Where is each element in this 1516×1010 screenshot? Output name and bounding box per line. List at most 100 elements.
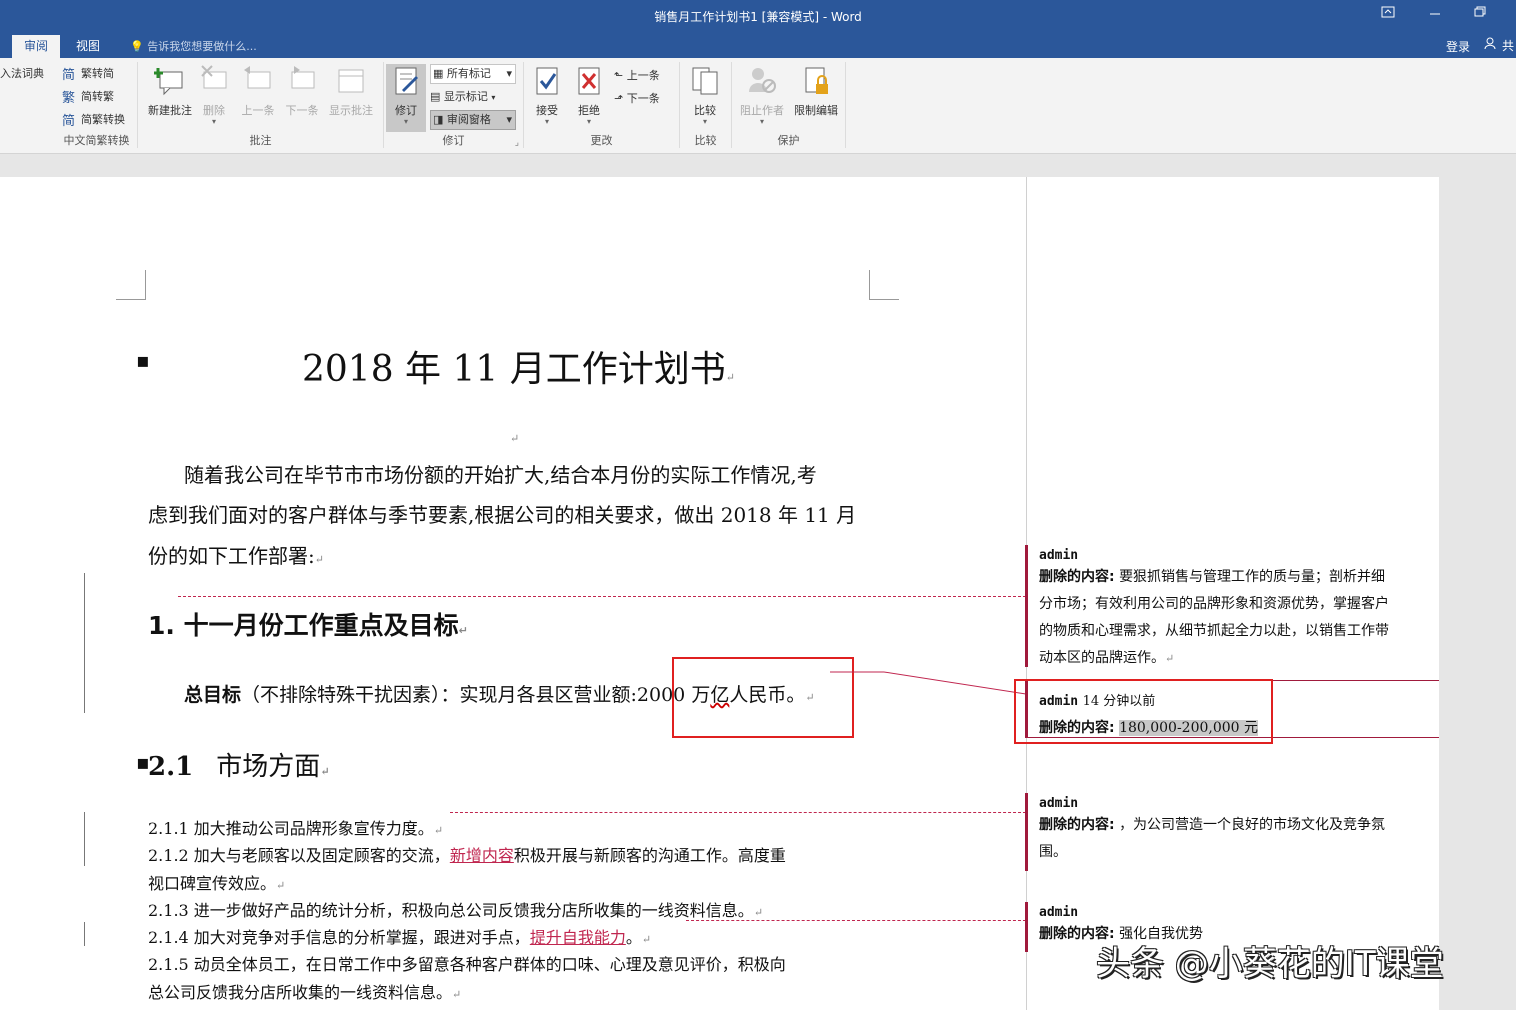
list-item[interactable]: 2.1.2 加大与老顾客以及固定顾客的交流，新增内容积极开展与新顾客的沟通工作。… [148, 842, 786, 866]
deletion-balloon[interactable]: admin 删除的内容: ，为公司营造一个良好的市场文化及竞争氛 围。 [1039, 796, 1434, 866]
balloon-author: admin [1039, 905, 1079, 920]
block-authors-label: 阻止作者 [740, 104, 784, 117]
list-item[interactable]: 2.1.4 加大对竞争对手信息的分析掌握，跟进对手点，提升自我能力。↵ [148, 924, 651, 948]
show-markup-button[interactable]: ▤ 显示标记 ▾ [430, 87, 495, 107]
balloon-connector-line [450, 812, 1026, 813]
reject-change-button[interactable]: 拒绝 ▾ [568, 64, 610, 126]
new-comment-icon [153, 64, 186, 98]
chinese-convert-button[interactable]: 简简繁转换 [62, 110, 125, 130]
watermark: 头条 @小葵花的IT课堂 [1096, 944, 1444, 984]
markup-view-value: 所有标记 [446, 67, 491, 80]
balloon-text: 要狠抓销售与管理工作的质与量；剖析并细 [1119, 569, 1386, 585]
delete-comment-button[interactable]: 删除 ▾ [194, 64, 234, 126]
list-item-text: 2.1.2 加大与老顾客以及固定顾客的交流， [148, 846, 450, 865]
accept-change-button[interactable]: 接受 ▾ [526, 64, 568, 126]
show-comments-button[interactable]: 显示批注 [324, 64, 378, 118]
restore-icon[interactable] [1465, 6, 1495, 21]
previous-change-button[interactable]: ⬑ 上一条 [614, 66, 660, 86]
compare-icon [689, 64, 721, 98]
intro-paragraph-line1[interactable]: 随着我公司在毕节市市场份额的开始扩大,结合本月份的实际工作情况,考 [184, 459, 817, 488]
minimize-icon[interactable] [1420, 6, 1450, 21]
paragraph-mark: ↵ [458, 624, 468, 637]
simp-trad-icon: 繁 [62, 90, 78, 106]
share-label: 共 [1501, 39, 1514, 53]
trad-simp-icon: 简 [62, 67, 78, 83]
login-link[interactable]: 登录 [1446, 38, 1470, 55]
paragraph-mark: ↵ [510, 432, 520, 445]
highlight-box-amount [672, 657, 854, 738]
reviewing-pane-button[interactable]: ◨ 审阅窗格 ▾ [430, 110, 516, 130]
next-comment-button[interactable]: 下一条 [280, 64, 324, 118]
dialog-launcher-icon[interactable]: ⌟ [515, 138, 519, 148]
balloon-label: 删除的内容: [1039, 569, 1115, 585]
simplified-to-traditional-button[interactable]: 繁简转繁 [62, 87, 114, 107]
accept-label: 接受 [536, 104, 558, 117]
list-item-continuation[interactable]: 总公司反馈我分店所收集的一线资料信息。↵ [148, 979, 461, 1003]
intro-paragraph-line2[interactable]: 虑到我们面对的客户群体与季节要素,根据公司的相关要求，做出 2018 年 11 … [148, 499, 856, 528]
balloon-text: 的物质和心理需求，从细节抓起全力以赴，以销售工作带 [1039, 623, 1389, 639]
list-item[interactable]: 2.1.1 加大推动公司品牌形象宣传力度。↵ [148, 815, 443, 839]
reviewing-pane-icon: ◨ [433, 113, 444, 126]
balloon-connector-line [686, 920, 1026, 921]
traditional-to-simplified-button[interactable]: 简繁转简 [62, 64, 114, 84]
balloon-label: 删除的内容: [1039, 817, 1115, 833]
tell-me-search[interactable]: 💡 告诉我您想要做什么... [130, 38, 257, 54]
paragraph-mark: ↵ [753, 906, 764, 919]
share-button[interactable]: 共 [1484, 37, 1514, 54]
svg-text:简: 简 [62, 113, 75, 127]
window-title: 销售月工作计划书1 [兼容模式] - Word [654, 10, 862, 24]
convert-label: 简繁转换 [81, 113, 125, 126]
show-comments-icon [335, 64, 367, 98]
group-comments: 新建批注 删除 ▾ 上一条 下一条 显示批注 批注 [138, 62, 384, 148]
balloon-bar [1025, 793, 1028, 871]
heading-1[interactable]: 1. 十一月份工作重点及目标↵ [148, 606, 468, 642]
paragraph-mark: ↵ [320, 765, 330, 778]
deletion-balloon[interactable]: admin 删除的内容: 要狠抓销售与管理工作的质与量；剖析并细 分市场；有效利… [1039, 548, 1434, 672]
ribbon-display-icon[interactable] [1373, 6, 1403, 21]
list-item[interactable]: 2.1.3 进一步做好产品的统计分析，积极向总公司反馈我分店所收集的一线资料信息… [148, 897, 763, 921]
svg-text:简: 简 [62, 67, 75, 81]
delete-comment-icon [198, 64, 230, 98]
list-item-text: 2.1.3 进一步做好产品的统计分析，积极向总公司反馈我分店所收集的一线资料信息… [148, 901, 754, 920]
balloon-text: 围。 [1039, 844, 1067, 860]
tab-review[interactable]: 审阅 [12, 35, 61, 58]
next-change-button[interactable]: ⬏ 下一条 [614, 89, 660, 109]
balloon-author: admin [1039, 548, 1079, 563]
tab-view[interactable]: 视图 [64, 35, 112, 58]
protect-group-label: 保护 [777, 134, 800, 147]
new-comment-button[interactable]: 新建批注 [144, 64, 196, 118]
ribbon: 入法词典 简繁转简 繁简转繁 简简繁转换 中文简繁转换 新建批注 删除 ▾ 上一… [0, 58, 1516, 154]
intro-paragraph-line3[interactable]: 份的如下工作部署:↵ [148, 540, 324, 569]
list-item-text: 2.1.5 动员全体员工，在日常工作中多留意各种客户群体的口味、心理及意见评价，… [148, 955, 786, 974]
title-bar: 销售月工作计划书1 [兼容模式] - Word [0, 0, 1516, 32]
ime-dictionary-button[interactable]: 入法词典 [0, 64, 44, 84]
crop-mark-left [116, 270, 146, 300]
lightbulb-icon: 💡 [130, 40, 144, 53]
previous-comment-label: 上一条 [241, 104, 275, 117]
compare-button[interactable]: 比较 ▾ [682, 64, 728, 126]
balloon-text: 分市场；有效利用公司的品牌形象和资源优势，掌握客户 [1039, 596, 1389, 612]
group-tracking: 修订 ▾ ▦ 所有标记 ▾ ▤ 显示标记 ▾ ◨ 审阅窗格 ▾ 修订 ⌟ [384, 62, 524, 148]
bullet-marker: ▪ [136, 348, 150, 372]
balloon-connector-line [178, 596, 1026, 597]
compare-group-label: 比较 [694, 134, 717, 147]
inserted-text: 新增内容 [449, 846, 514, 865]
list-item-continuation[interactable]: 视口碑宣传效应。↵ [148, 870, 285, 894]
svg-text:繁: 繁 [62, 90, 75, 104]
restrict-editing-button[interactable]: 限制编辑 [790, 64, 842, 118]
list-item[interactable]: 2.1.5 动员全体员工，在日常工作中多留意各种客户群体的口味、心理及意见评价，… [148, 951, 786, 975]
block-authors-button[interactable]: 阻止作者 ▾ [736, 64, 788, 126]
previous-comment-button[interactable]: 上一条 [236, 64, 280, 118]
document-title[interactable]: 2018 年 11 月工作计划书↵ [302, 340, 735, 392]
balloon-text: ，为公司营造一个良好的市场文化及竞争氛 [1119, 817, 1386, 833]
paragraph-mark: ↵ [433, 824, 444, 837]
track-changes-button[interactable]: 修订 ▾ [386, 64, 426, 132]
delete-comment-label: 删除 [203, 104, 225, 117]
intro-line3-text: 份的如下工作部署: [148, 544, 315, 568]
markup-view-dropdown[interactable]: ▦ 所有标记 ▾ [430, 64, 516, 84]
heading-2[interactable]: 2.1 市场方面↵ [148, 746, 330, 783]
crop-mark-right [869, 270, 899, 300]
reject-icon [573, 64, 605, 98]
to-traditional-label: 繁转简 [81, 67, 114, 80]
change-bar [84, 573, 85, 713]
